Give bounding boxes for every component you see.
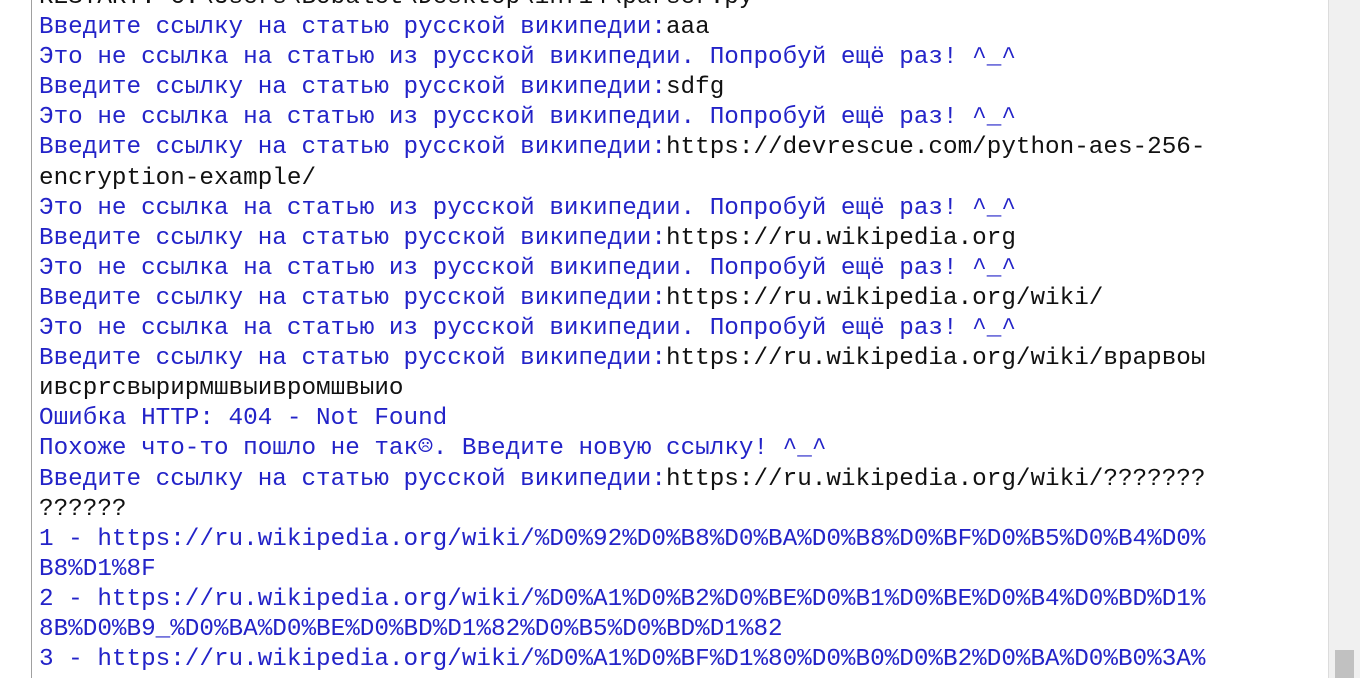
shell-line: ивсрrсвырирмшвыивромшвыио [39,374,1321,404]
user-input: ?????? [39,495,127,523]
program-output: Ошибка HTTP: 404 - Not Found [39,405,448,433]
vertical-scrollbar[interactable] [1328,0,1360,678]
user-input: sdfg [665,74,725,102]
shell-line: 8B%D0%B9_%D0%BA%D0%BE%D0%BD%D1%82%D0%B5%… [39,615,1321,645]
user-input: ивсрrсвырирмшвыивромшвыио [39,375,404,403]
user-input: https://devrescue.com/python-aes-256- [665,134,1206,162]
shell-line: ?????? [39,495,1321,525]
shell-line: Введите ссылку на статью русской википед… [39,465,1321,495]
shell-line: B8%D1%8F [39,555,1321,585]
input-prompt: Введите ссылку на статью русской википед… [39,134,666,162]
shell-line: 2 - https://ru.wikipedia.org/wiki/%D0%A1… [39,585,1321,615]
user-input: encryption-example/ [39,164,317,192]
shell-line: 1 - https://ru.wikipedia.org/wiki/%D0%92… [39,525,1321,555]
shell-line: Это не ссылка на статью из русской викип… [39,43,1321,73]
restart-line: RESTART: C:\Users\Bobalet\Desktop\inf14\… [39,0,1321,13]
program-output: Это не ссылка на статью из русской викип… [39,315,1016,343]
user-input: https://ru.wikipedia.org/wiki/ [665,284,1104,312]
program-output: 8B%D0%B9_%D0%BA%D0%BE%D0%BD%D1%82%D0%B5%… [39,615,783,643]
input-prompt: Введите ссылку на статью русской википед… [39,14,666,42]
shell-line: Похоже что-то пошло не так☹. Введите нов… [39,434,1321,464]
shell-line: Введите ссылку на статью русской википед… [39,73,1321,103]
shell-line: Это не ссылка на статью из русской викип… [39,103,1321,133]
shell-line: Введите ссылку на статью русской википед… [39,284,1321,314]
shell-line: Введите ссылку на статью русской википед… [39,13,1321,43]
scrollbar-thumb[interactable] [1335,650,1354,678]
user-input: https://ru.wikipedia.org [665,224,1016,252]
shell-line: 3 - https://ru.wikipedia.org/wiki/%D0%A1… [39,645,1321,675]
user-input: https://ru.wikipedia.org/wiki/врарвоы [665,345,1206,373]
shell-output[interactable]: RESTART: C:\Users\Bobalet\Desktop\inf14\… [39,0,1321,675]
shell-line: Введите ссылку на статью русской википед… [39,224,1321,254]
shell-line: Введите ссылку на статью русской википед… [39,133,1321,163]
program-output: 3 - https://ru.wikipedia.org/wiki/%D0%A1… [39,646,1206,674]
shell-line: Введите ссылку на статью русской википед… [39,344,1321,374]
input-prompt: Введите ссылку на статью русской википед… [39,224,666,252]
program-output: Это не ссылка на статью из русской викип… [39,104,1016,132]
shell-line: Это не ссылка на статью из русской викип… [39,254,1321,284]
shell-line: Это не ссылка на статью из русской викип… [39,314,1321,344]
left-gutter [0,0,32,678]
shell-line: Это не ссылка на статью из русской викип… [39,194,1321,224]
shell-line: Ошибка HTTP: 404 - Not Found [39,404,1321,434]
python-shell-window: RESTART: C:\Users\Bobalet\Desktop\inf14\… [0,0,1360,678]
program-output: 2 - https://ru.wikipedia.org/wiki/%D0%A1… [39,585,1206,613]
program-output: Похоже что-то пошло не так☹. Введите нов… [39,435,827,463]
program-output: B8%D1%8F [39,555,156,583]
program-output: Это не ссылка на статью из русской викип… [39,254,1016,282]
program-output: Это не ссылка на статью из русской викип… [39,194,1016,222]
program-output: Это не ссылка на статью из русской викип… [39,44,1016,72]
input-prompt: Введите ссылку на статью русской википед… [39,465,666,493]
input-prompt: Введите ссылку на статью русской википед… [39,74,666,102]
user-input: aaa [665,14,710,42]
input-prompt: Введите ссылку на статью русской википед… [39,345,666,373]
program-output: 1 - https://ru.wikipedia.org/wiki/%D0%92… [39,525,1206,553]
shell-line: encryption-example/ [39,164,1321,194]
input-prompt: Введите ссылку на статью русской википед… [39,284,666,312]
user-input: https://ru.wikipedia.org/wiki/??????? [665,465,1206,493]
